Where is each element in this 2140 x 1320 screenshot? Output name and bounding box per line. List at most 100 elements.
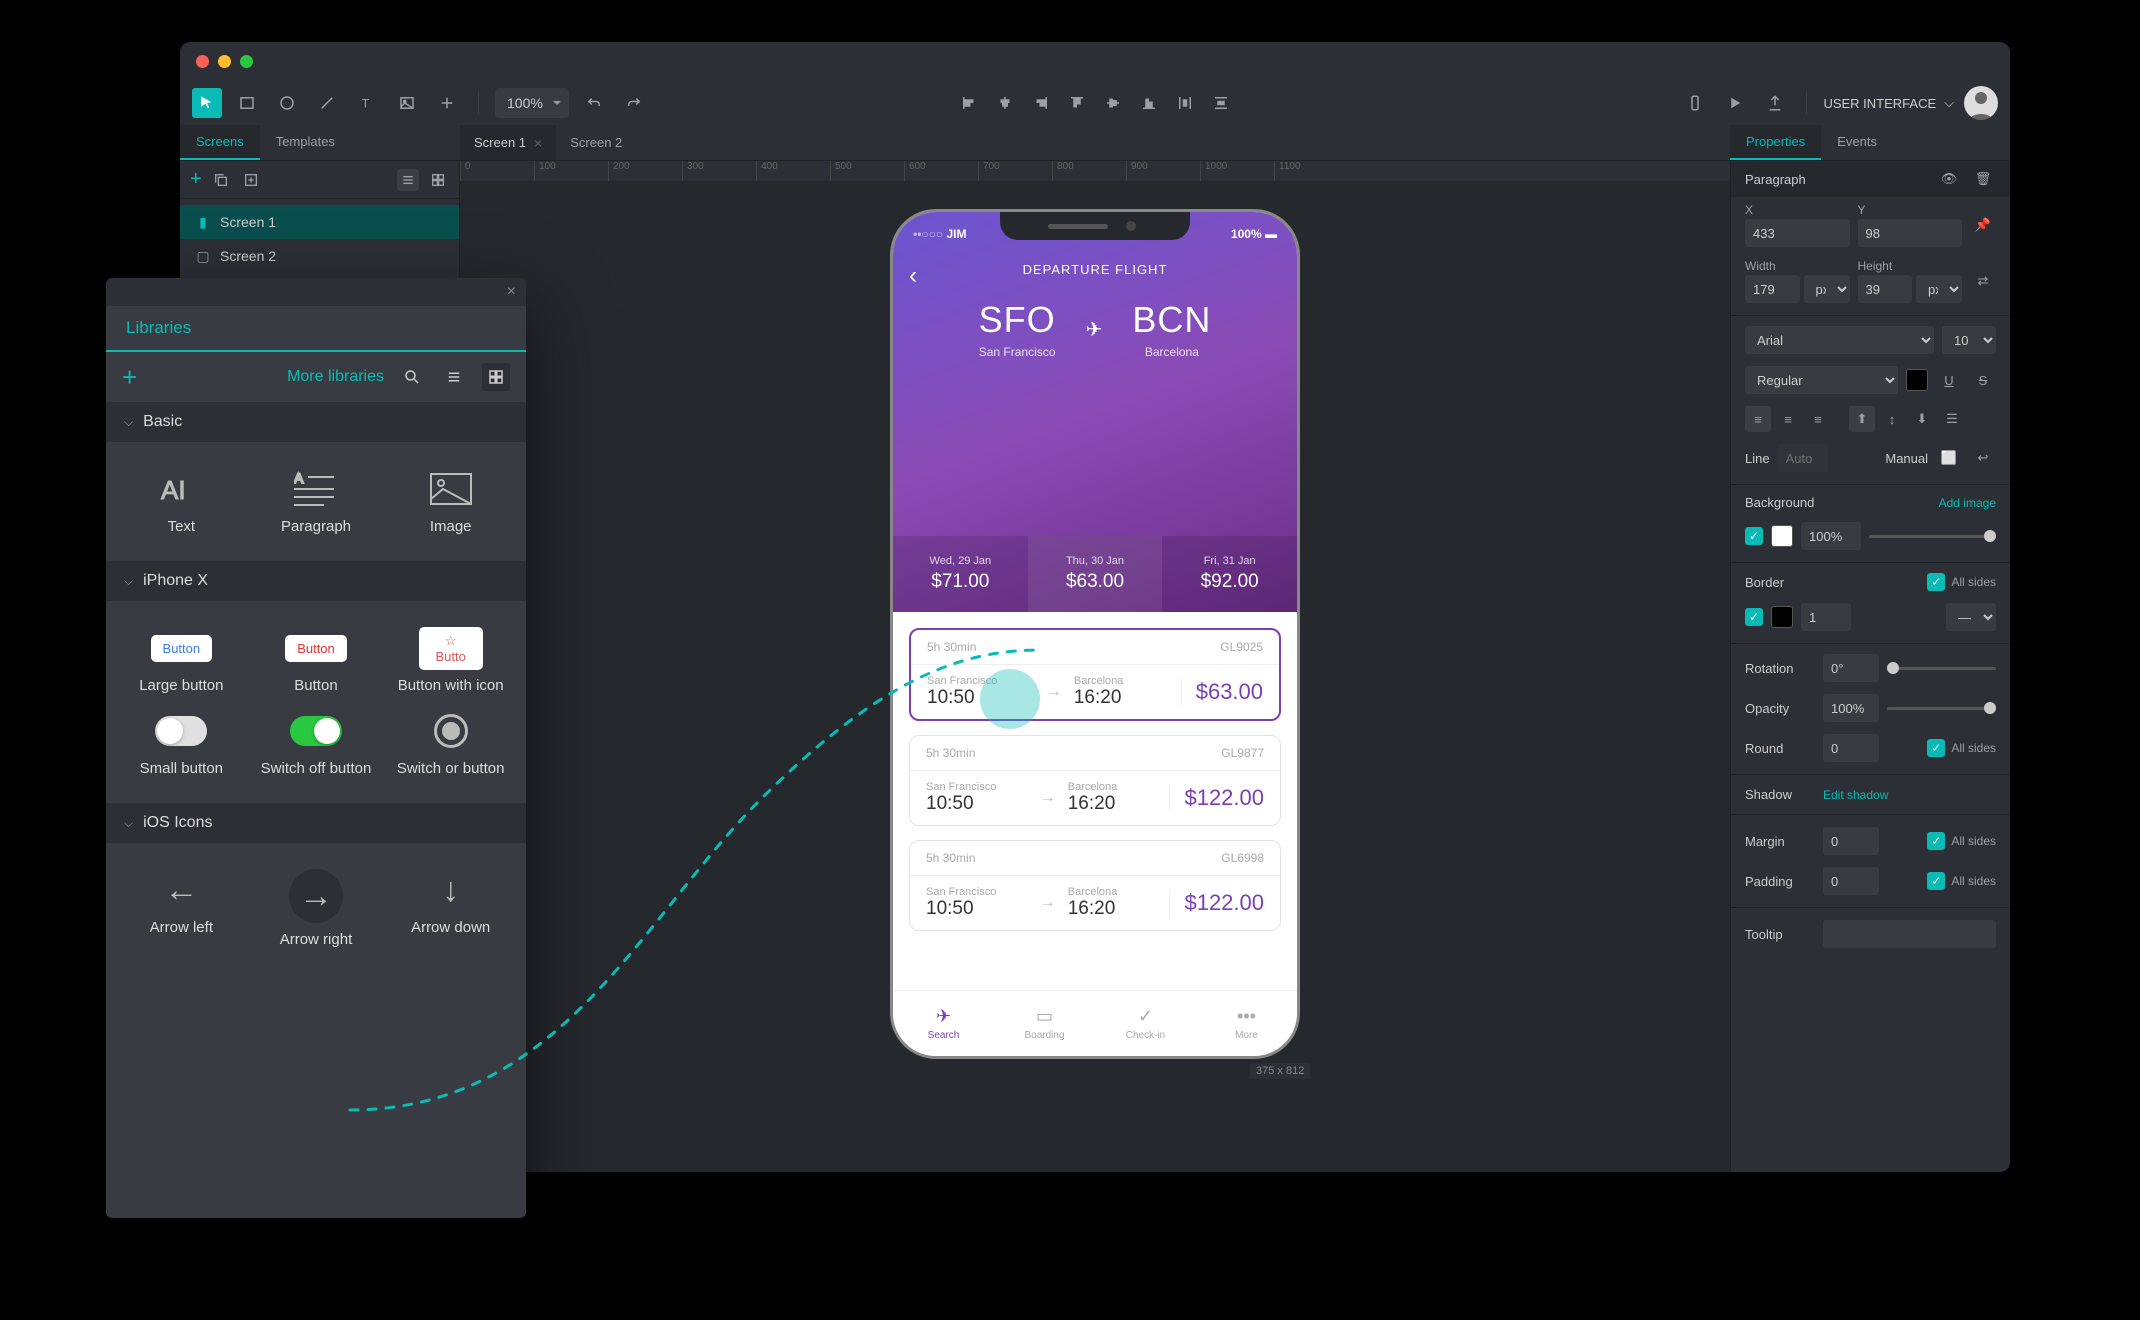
width-input[interactable] <box>1745 275 1800 303</box>
add-screen-button[interactable]: + <box>190 168 202 191</box>
height-input[interactable] <box>1858 275 1913 303</box>
font-family-select[interactable]: Arial <box>1745 326 1934 354</box>
x-input[interactable] <box>1745 219 1850 247</box>
list-icon[interactable]: ☰ <box>1939 406 1965 432</box>
underline-icon[interactable]: U <box>1936 367 1962 393</box>
nav-search[interactable]: ✈Search <box>893 991 994 1056</box>
widget-small-button[interactable]: Small button <box>114 702 249 785</box>
nav-more[interactable]: •••More <box>1196 991 1297 1056</box>
device-icon[interactable] <box>1680 88 1710 118</box>
y-input[interactable] <box>1858 219 1963 247</box>
canvas[interactable]: 010020030040050060070080090010001100 ••○… <box>460 161 1730 1172</box>
libraries-tab[interactable]: Libraries <box>126 318 191 338</box>
strikethrough-icon[interactable]: S <box>1970 367 1996 393</box>
border-width-input[interactable] <box>1801 603 1851 631</box>
widget-switch-or[interactable]: Switch or button <box>383 702 518 785</box>
maximize-window-icon[interactable] <box>240 55 253 68</box>
align-middle-v-icon[interactable] <box>1098 88 1128 118</box>
redo-icon[interactable] <box>619 88 649 118</box>
line-tool-icon[interactable] <box>312 88 342 118</box>
ellipse-tool-icon[interactable] <box>272 88 302 118</box>
list-view-icon[interactable] <box>440 363 468 391</box>
bg-opacity-slider[interactable] <box>1869 535 1996 538</box>
date-prev[interactable]: Wed, 29 Jan$71.00 <box>893 536 1028 612</box>
project-dropdown[interactable]: USER INTERFACE⌵ <box>1823 95 1954 111</box>
widget-arrow-down[interactable]: ↓ Arrow down <box>383 861 518 956</box>
bg-enabled-checkbox[interactable]: ✓ <box>1745 527 1763 545</box>
rotation-input[interactable] <box>1823 654 1879 682</box>
align-left-icon[interactable] <box>954 88 984 118</box>
minimize-window-icon[interactable] <box>218 55 231 68</box>
play-icon[interactable] <box>1720 88 1750 118</box>
close-tab-icon[interactable]: × <box>534 135 542 151</box>
widget-switch-off[interactable]: Switch off button <box>249 702 384 785</box>
v-align-bottom-icon[interactable]: ⬇ <box>1909 406 1935 432</box>
tree-item-screen-1[interactable]: ▮ Screen 1 <box>180 205 459 239</box>
border-color-swatch[interactable] <box>1771 606 1793 628</box>
text-tool-icon[interactable]: T <box>352 88 382 118</box>
close-panel-icon[interactable]: × <box>507 283 516 301</box>
opacity-input[interactable] <box>1823 694 1879 722</box>
section-basic[interactable]: ⌵Basic <box>106 402 526 442</box>
opacity-slider[interactable] <box>1887 707 1996 710</box>
list-view-icon[interactable] <box>397 169 419 191</box>
margin-input[interactable] <box>1823 827 1879 855</box>
text-color-swatch[interactable] <box>1906 369 1928 391</box>
link-dimensions-icon[interactable]: ⇄ <box>1970 268 1996 294</box>
text-align-right-icon[interactable]: ≡ <box>1805 406 1831 432</box>
rotation-slider[interactable] <box>1887 667 1996 670</box>
add-tool-icon[interactable] <box>432 88 462 118</box>
back-chevron-icon[interactable]: ‹ <box>909 262 917 290</box>
flight-card[interactable]: 5h 30minGL9877 San Francisco10:50 → Barc… <box>909 735 1281 826</box>
v-align-middle-icon[interactable]: ↕ <box>1879 406 1905 432</box>
libraries-panel[interactable]: × Libraries + More libraries ⌵Basic AI T… <box>106 278 526 1218</box>
import-icon[interactable] <box>240 169 262 191</box>
text-align-center-icon[interactable]: ≡ <box>1775 406 1801 432</box>
add-image-link[interactable]: Add image <box>1939 496 1996 510</box>
flight-card[interactable]: 5h 30minGL6998 San Francisco10:50 → Barc… <box>909 840 1281 931</box>
grid-view-icon[interactable] <box>482 363 510 391</box>
widget-arrow-right[interactable]: → Arrow right <box>249 861 384 956</box>
distribute-h-icon[interactable] <box>1170 88 1200 118</box>
flight-card[interactable]: 5h 30minGL9025 San Francisco10:50 → Barc… <box>909 628 1281 721</box>
line-auto-input[interactable] <box>1778 444 1828 472</box>
align-right-icon[interactable] <box>1026 88 1056 118</box>
nav-checkin[interactable]: ✓Check-in <box>1095 991 1196 1056</box>
width-unit-select[interactable]: px <box>1804 275 1850 303</box>
tab-properties[interactable]: Properties <box>1730 125 1821 160</box>
widget-button-icon[interactable]: ☆ Butto Button with icon <box>383 619 518 702</box>
font-weight-select[interactable]: Regular <box>1745 366 1898 394</box>
widget-text[interactable]: AI Text <box>114 460 249 543</box>
align-top-icon[interactable] <box>1062 88 1092 118</box>
border-enabled-checkbox[interactable]: ✓ <box>1745 608 1763 626</box>
widget-paragraph[interactable]: A Paragraph <box>249 460 384 543</box>
phone-mockup[interactable]: ••○○○ JIM 100% ▬ ‹ DEPARTURE FLIGHT SFO … <box>890 209 1300 1059</box>
export-icon[interactable] <box>1760 88 1790 118</box>
widget-button[interactable]: Button Button <box>249 619 384 702</box>
close-window-icon[interactable] <box>196 55 209 68</box>
add-library-button[interactable]: + <box>122 362 137 393</box>
rectangle-tool-icon[interactable] <box>232 88 262 118</box>
grid-view-icon[interactable] <box>427 169 449 191</box>
border-allsides-checkbox[interactable]: ✓ <box>1927 573 1945 591</box>
pointer-tool-icon[interactable] <box>192 88 222 118</box>
bg-color-swatch[interactable] <box>1771 525 1793 547</box>
more-libraries-link[interactable]: More libraries <box>287 368 384 386</box>
widget-large-button[interactable]: Button Large button <box>114 619 249 702</box>
date-next[interactable]: Fri, 31 Jan$92.00 <box>1162 536 1297 612</box>
tab-templates[interactable]: Templates <box>260 125 351 160</box>
align-bottom-icon[interactable] <box>1134 88 1164 118</box>
v-align-top-icon[interactable]: ⬆ <box>1849 406 1875 432</box>
round-input[interactable] <box>1823 734 1879 762</box>
zoom-select[interactable]: 100% <box>495 88 569 118</box>
section-iphone-x[interactable]: ⌵iPhone X <box>106 561 526 601</box>
align-center-h-icon[interactable] <box>990 88 1020 118</box>
canvas-tab-screen-1[interactable]: Screen 1× <box>460 125 556 160</box>
widget-image[interactable]: Image <box>383 460 518 543</box>
date-current[interactable]: Thu, 30 Jan$63.00 <box>1028 536 1163 612</box>
padding-allsides-checkbox[interactable]: ✓ <box>1927 872 1945 890</box>
copy-screen-icon[interactable] <box>210 169 232 191</box>
search-icon[interactable] <box>398 363 426 391</box>
tab-screens[interactable]: Screens <box>180 125 260 160</box>
height-unit-select[interactable]: px <box>1916 275 1962 303</box>
